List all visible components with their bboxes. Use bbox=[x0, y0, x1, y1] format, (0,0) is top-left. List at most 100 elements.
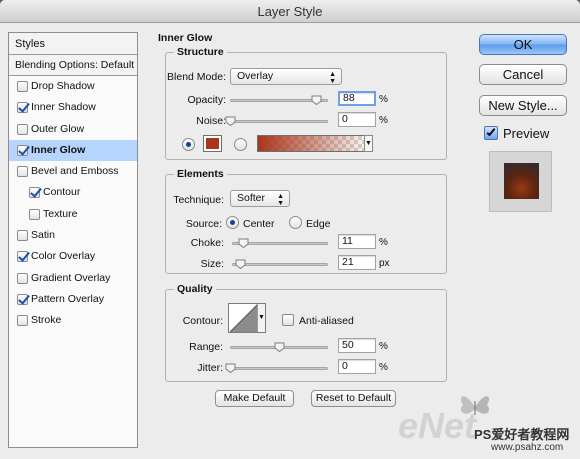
blend-mode-select[interactable]: Overlay ▲ ▼ bbox=[230, 68, 342, 85]
slider-thumb[interactable] bbox=[235, 259, 246, 269]
range-input[interactable]: 50 bbox=[338, 338, 376, 353]
style-checkbox[interactable] bbox=[17, 251, 28, 263]
slider-thumb[interactable] bbox=[238, 238, 249, 248]
style-item-gradient-overlay[interactable]: Gradient Overlay bbox=[9, 268, 137, 289]
reset-to-default-button[interactable]: Reset to Default bbox=[311, 390, 396, 407]
style-item-outer-glow[interactable]: Outer Glow bbox=[9, 119, 137, 140]
opacity-unit: % bbox=[379, 94, 388, 105]
style-checkbox[interactable] bbox=[17, 272, 28, 284]
blend-mode-label: Blend Mode: bbox=[167, 71, 226, 83]
slider-track bbox=[230, 367, 328, 370]
glow-color-swatch[interactable] bbox=[203, 135, 222, 152]
style-checkbox[interactable] bbox=[17, 81, 28, 92]
size-input[interactable]: 21 bbox=[338, 255, 376, 270]
elements-group: Elements Technique: Softer ▲ ▼ Source: Ce… bbox=[165, 168, 447, 274]
styles-header[interactable]: Styles bbox=[9, 33, 137, 55]
ok-button[interactable]: OK bbox=[479, 34, 567, 55]
source-center-radio[interactable] bbox=[226, 216, 239, 229]
jitter-input[interactable]: 0 bbox=[338, 359, 376, 374]
style-checkbox[interactable] bbox=[29, 187, 40, 199]
contour-picker[interactable]: ▼ bbox=[228, 303, 266, 333]
style-item-pattern-overlay[interactable]: Pattern Overlay bbox=[9, 289, 137, 310]
range-slider[interactable] bbox=[230, 342, 328, 352]
style-checkbox[interactable] bbox=[17, 123, 28, 135]
style-item-satin[interactable]: Satin bbox=[9, 225, 137, 246]
blending-options-item[interactable]: Blending Options: Default bbox=[9, 55, 137, 76]
style-item-inner-glow[interactable]: Inner Glow bbox=[9, 139, 137, 162]
panel-title: Inner Glow bbox=[158, 32, 213, 44]
source-edge-radio[interactable] bbox=[289, 216, 302, 229]
style-item-texture[interactable]: Texture bbox=[9, 204, 137, 225]
style-checkbox[interactable] bbox=[17, 144, 28, 156]
style-item-stroke[interactable]: Stroke bbox=[9, 310, 137, 331]
slider-thumb[interactable] bbox=[225, 363, 236, 373]
style-item-contour[interactable]: Contour bbox=[9, 182, 137, 203]
choke-unit: % bbox=[379, 237, 388, 248]
opacity-input[interactable]: 88 bbox=[338, 91, 376, 106]
contour-label: Contour: bbox=[182, 315, 223, 327]
style-item-label: Satin bbox=[31, 229, 55, 242]
size-slider[interactable] bbox=[232, 259, 328, 269]
gradient-preview bbox=[258, 136, 372, 151]
noise-unit: % bbox=[379, 115, 388, 126]
noise-label: Noise: bbox=[196, 115, 226, 127]
jitter-label: Jitter: bbox=[197, 362, 223, 374]
style-checkbox[interactable] bbox=[17, 293, 28, 305]
stepper-arrows-icon: ▲ ▼ bbox=[277, 193, 284, 207]
make-default-button[interactable]: Make Default bbox=[215, 390, 294, 407]
anti-aliased-checkbox[interactable] bbox=[282, 314, 294, 326]
range-unit: % bbox=[379, 341, 388, 352]
opacity-slider[interactable] bbox=[230, 95, 328, 105]
cancel-button[interactable]: Cancel bbox=[479, 64, 567, 85]
style-item-label: Drop Shadow bbox=[31, 80, 95, 92]
style-item-label: Bevel and Emboss bbox=[31, 165, 119, 178]
choke-slider[interactable] bbox=[232, 238, 328, 248]
style-checkbox[interactable] bbox=[17, 315, 28, 327]
choke-input[interactable]: 11 bbox=[338, 234, 376, 249]
stepper-arrows-icon: ▲ ▼ bbox=[329, 71, 336, 85]
style-checkbox[interactable] bbox=[17, 166, 28, 178]
noise-input[interactable]: 0 bbox=[338, 112, 376, 127]
styles-list: Styles Blending Options: Default Drop Sh… bbox=[8, 32, 138, 448]
opacity-label: Opacity: bbox=[187, 94, 226, 106]
size-unit: px bbox=[379, 258, 390, 269]
slider-thumb[interactable] bbox=[274, 342, 285, 352]
watermark-text: PS爱好者教程网 bbox=[474, 427, 570, 442]
quality-group: Quality Contour: ▼ Anti-aliased Range: 5… bbox=[165, 283, 447, 382]
style-item-drop-shadow[interactable]: Drop Shadow bbox=[9, 76, 137, 97]
structure-title: Structure bbox=[174, 46, 227, 58]
size-label: Size: bbox=[200, 258, 224, 270]
style-checkbox[interactable] bbox=[17, 230, 28, 242]
style-item-label: Pattern Overlay bbox=[31, 292, 104, 305]
preview-checkbox[interactable] bbox=[484, 126, 498, 140]
style-item-bevel-and-emboss[interactable]: Bevel and Emboss bbox=[9, 161, 137, 182]
style-item-label: Stroke bbox=[31, 314, 62, 327]
slider-track bbox=[232, 263, 328, 266]
source-label: Source: bbox=[185, 218, 222, 230]
style-checkbox[interactable] bbox=[29, 208, 40, 220]
quality-title: Quality bbox=[174, 283, 216, 295]
style-item-inner-shadow[interactable]: Inner Shadow bbox=[9, 97, 137, 118]
gradient-radio[interactable] bbox=[234, 138, 247, 151]
noise-slider[interactable] bbox=[225, 116, 328, 126]
preview-thumbnail bbox=[489, 151, 552, 212]
style-checkbox[interactable] bbox=[17, 102, 28, 114]
chevron-down-icon[interactable]: ▼ bbox=[364, 135, 373, 152]
solid-color-radio[interactable] bbox=[182, 138, 195, 151]
chevron-down-icon[interactable]: ▼ bbox=[257, 304, 265, 332]
preview-swatch bbox=[504, 163, 539, 199]
jitter-slider[interactable] bbox=[225, 363, 328, 373]
elements-title: Elements bbox=[174, 168, 227, 180]
technique-select[interactable]: Softer ▲ ▼ bbox=[230, 190, 290, 207]
style-item-color-overlay[interactable]: Color Overlay bbox=[9, 246, 137, 267]
new-style-button[interactable]: New Style... bbox=[479, 95, 567, 116]
style-item-label: Texture bbox=[43, 207, 78, 220]
structure-group: Structure Blend Mode: Overlay ▲ ▼ Opacity… bbox=[165, 46, 447, 160]
slider-thumb[interactable] bbox=[225, 116, 236, 126]
style-item-label: Outer Glow bbox=[31, 122, 85, 135]
jitter-unit: % bbox=[379, 362, 388, 373]
source-center-label: Center bbox=[243, 218, 275, 230]
anti-aliased-label: Anti-aliased bbox=[299, 315, 354, 327]
gradient-picker[interactable]: ▼ bbox=[257, 135, 373, 152]
slider-thumb[interactable] bbox=[311, 95, 322, 105]
